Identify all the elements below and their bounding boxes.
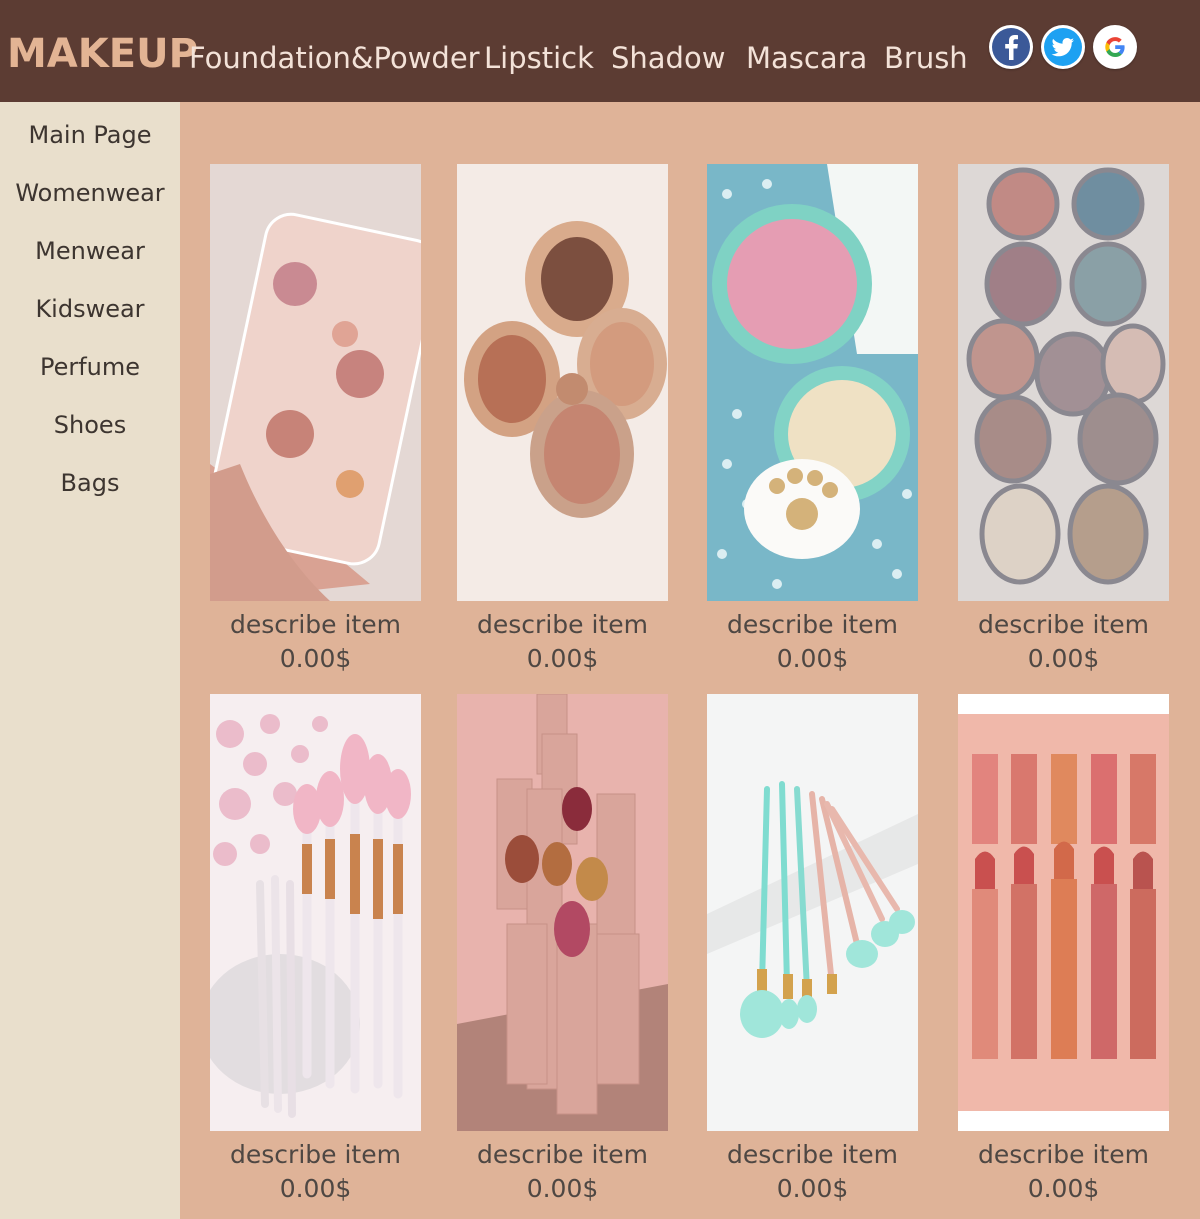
nav-brush[interactable]: Brush [884, 40, 968, 76]
sidebar: Main Page Womenwear Menwear Kidswear Per… [0, 102, 180, 1219]
product-card[interactable]: describe item 0.00$ [707, 694, 918, 1205]
google-icon[interactable] [1093, 25, 1137, 69]
facebook-icon[interactable] [989, 25, 1033, 69]
paw-powder-compact-image[interactable] [707, 164, 918, 601]
product-card[interactable]: describe item 0.00$ [958, 694, 1169, 1205]
product-price: 0.00$ [279, 644, 352, 673]
product-description: describe item [727, 610, 898, 639]
mint-brush-fan-image[interactable] [707, 694, 918, 1131]
product-card[interactable]: describe item 0.00$ [457, 164, 668, 675]
lipstick-row-image[interactable] [958, 694, 1169, 1131]
product-price: 0.00$ [776, 1174, 849, 1203]
product-price: 0.00$ [526, 1174, 599, 1203]
resin-rose-block-image[interactable] [210, 164, 421, 601]
nav-mascara[interactable]: Mascara [746, 40, 867, 76]
sakura-brush-set-image[interactable] [210, 694, 421, 1131]
product-price: 0.00$ [1027, 644, 1100, 673]
product-price: 0.00$ [526, 644, 599, 673]
nav-shadow[interactable]: Shadow [611, 40, 725, 76]
product-price: 0.00$ [776, 644, 849, 673]
top-navigation-bar: MAKEUP Foundation&Powder Lipstick Shadow… [0, 0, 1200, 102]
sidebar-item-main-page[interactable]: Main Page [0, 120, 180, 150]
product-description: describe item [230, 1140, 401, 1169]
product-card[interactable]: describe item 0.00$ [210, 164, 421, 675]
nav-lipstick[interactable]: Lipstick [484, 40, 594, 76]
product-card[interactable]: describe item 0.00$ [457, 694, 668, 1205]
twitter-icon[interactable] [1041, 25, 1085, 69]
sidebar-item-kidswear[interactable]: Kidswear [0, 294, 180, 324]
product-description: describe item [727, 1140, 898, 1169]
product-price: 0.00$ [1027, 1174, 1100, 1203]
sidebar-item-perfume[interactable]: Perfume [0, 352, 180, 382]
eyeshadow-compacts-image[interactable] [958, 164, 1169, 601]
product-description: describe item [477, 610, 648, 639]
product-card[interactable]: describe item 0.00$ [707, 164, 918, 675]
site-logo[interactable]: MAKEUP [7, 30, 198, 78]
product-price: 0.00$ [279, 1174, 352, 1203]
product-card[interactable]: describe item 0.00$ [210, 694, 421, 1205]
product-description: describe item [230, 610, 401, 639]
product-card[interactable]: describe item 0.00$ [958, 164, 1169, 675]
nav-foundation-powder[interactable]: Foundation&Powder [189, 40, 480, 76]
sidebar-item-shoes[interactable]: Shoes [0, 410, 180, 440]
lipstick-tower-image[interactable] [457, 694, 668, 1131]
sidebar-item-menwear[interactable]: Menwear [0, 236, 180, 266]
product-description: describe item [978, 1140, 1149, 1169]
bronzer-compacts-image[interactable] [457, 164, 668, 601]
product-description: describe item [978, 610, 1149, 639]
sidebar-item-bags[interactable]: Bags [0, 468, 180, 498]
product-description: describe item [477, 1140, 648, 1169]
sidebar-item-womenwear[interactable]: Womenwear [0, 178, 180, 208]
